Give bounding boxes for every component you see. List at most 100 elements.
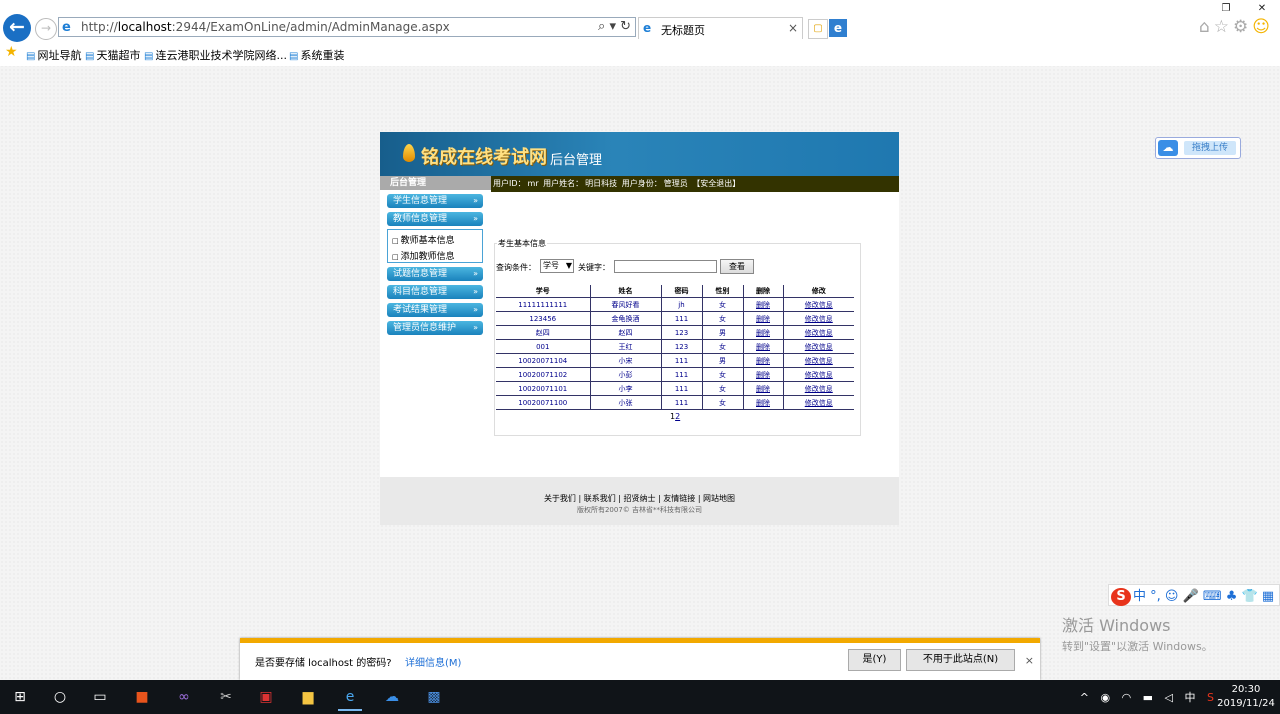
- search-button[interactable]: 查看: [720, 259, 754, 274]
- feedback-smile-icon[interactable]: ☺: [1252, 17, 1274, 37]
- edge-icon[interactable]: e: [829, 19, 847, 37]
- cloud-icon: ☁: [1158, 140, 1178, 156]
- menu-subject-info[interactable]: 科目信息管理»: [387, 285, 483, 299]
- delete-link[interactable]: 删除: [742, 367, 783, 382]
- forward-button[interactable]: →: [35, 18, 57, 40]
- clock[interactable]: 20:30 2019/11/24: [1216, 683, 1276, 711]
- logout-link[interactable]: 【安全退出】: [692, 179, 740, 188]
- delete-link[interactable]: 删除: [742, 381, 783, 396]
- restore-icon[interactable]: ❐: [1208, 3, 1244, 14]
- drag-upload-widget[interactable]: ☁ 拖拽上传: [1155, 137, 1241, 159]
- delete-link[interactable]: 删除: [742, 311, 783, 326]
- taskbar: ⊞ ○ ▭ ■ ∞ ✂ ▣ ▆ e ☁ ▩ ^ ◉ ◠ ▬ ◁ 中 S 20:3…: [0, 680, 1280, 714]
- delete-link[interactable]: 删除: [742, 353, 783, 368]
- ime-toolbar[interactable]: S中 °, ☺ 🎤 ⌨ ♣ 👕 ▦: [1108, 584, 1280, 606]
- address-url[interactable]: http://localhost:2944/ExamOnLine/admin/A…: [81, 20, 450, 34]
- panel-legend: 考生基本信息: [497, 238, 547, 249]
- square-bullet-icon: □: [392, 253, 399, 261]
- edit-link[interactable]: 修改信息: [782, 339, 854, 354]
- edit-link[interactable]: 修改信息: [782, 381, 854, 396]
- table-cell: 小李: [589, 381, 661, 396]
- table-cell: 123456: [496, 311, 590, 326]
- close-tab-icon[interactable]: ×: [788, 21, 798, 35]
- home-icon[interactable]: ⌂: [1199, 17, 1214, 37]
- close-icon[interactable]: ×: [1025, 654, 1034, 667]
- table-row: 001 王红 123 女删除 修改信息: [496, 339, 854, 354]
- browser-tab[interactable]: e 无标题页 ×: [638, 17, 803, 39]
- windows-start-icon[interactable]: ⊞: [8, 685, 32, 709]
- sogou-icon: S: [1111, 588, 1131, 606]
- task-view-icon[interactable]: ▭: [88, 685, 112, 709]
- table-cell: 001: [496, 339, 590, 354]
- favorites-star-icon[interactable]: ★: [5, 44, 18, 60]
- favorite-link[interactable]: ▤ 系统重装: [289, 47, 344, 63]
- edit-link[interactable]: 修改信息: [782, 367, 854, 382]
- delete-link[interactable]: 删除: [742, 325, 783, 340]
- search-icon[interactable]: ○: [48, 685, 72, 709]
- keyword-label: 关键字：: [578, 263, 610, 272]
- column-header: 姓名: [589, 285, 661, 298]
- submenu-teacher-basic[interactable]: □ 教师基本信息: [392, 233, 455, 246]
- app-icon[interactable]: ▣: [254, 685, 278, 709]
- baidu-cloud-icon[interactable]: ☁: [380, 685, 404, 709]
- save-password-question: 是否要存储 localhost 的密码?: [255, 658, 392, 669]
- new-tab-icon[interactable]: ▢: [808, 19, 828, 39]
- edit-link[interactable]: 修改信息: [782, 297, 854, 312]
- edit-link[interactable]: 修改信息: [782, 325, 854, 340]
- menu-teacher-info[interactable]: 教师信息管理»: [387, 212, 483, 226]
- favorites-icon[interactable]: ☆: [1214, 17, 1233, 37]
- delete-link[interactable]: 删除: [742, 395, 783, 410]
- menu-exam-results[interactable]: 考试结果管理»: [387, 303, 483, 317]
- square-bullet-icon: □: [392, 237, 399, 245]
- tools-icon[interactable]: ✂: [214, 685, 238, 709]
- never-for-site-button[interactable]: 不用于此站点(N): [906, 649, 1015, 671]
- ie-taskbar-icon[interactable]: e: [338, 685, 362, 711]
- edit-link[interactable]: 修改信息: [782, 395, 854, 410]
- favorite-link[interactable]: ▤ 网址导航: [26, 47, 81, 63]
- toolbar-icons: ⌂☆⚙☺: [1199, 17, 1274, 37]
- table-cell: 123: [660, 325, 702, 340]
- table-cell: 123: [660, 339, 702, 354]
- vmware-icon[interactable]: ▩: [422, 685, 446, 709]
- table-cell: 赵四: [496, 325, 590, 340]
- visual-studio-icon[interactable]: ∞: [172, 685, 196, 709]
- favorite-link[interactable]: ▤ 连云港职业技术学院网络...: [144, 47, 287, 63]
- file-explorer-icon[interactable]: ▆: [296, 685, 320, 709]
- site-banner: 铭成在线考试网 后台管理: [380, 132, 899, 176]
- table-cell: 小张: [589, 395, 661, 410]
- menu-admin-maintenance[interactable]: 管理员信息维护»: [387, 321, 483, 335]
- submenu-add-teacher[interactable]: □ 添加教师信息: [392, 249, 455, 262]
- keyword-input[interactable]: [614, 260, 717, 273]
- close-window-icon[interactable]: ✕: [1244, 3, 1280, 14]
- save-password-yes-button[interactable]: 是(Y): [848, 649, 901, 671]
- menu-student-info[interactable]: 学生信息管理»: [387, 194, 483, 208]
- table-cell: 10020071104: [496, 353, 590, 368]
- search-refresh-icons[interactable]: ⌕ ▾ ↻: [598, 19, 631, 34]
- footer-links[interactable]: 关于我们 | 联系我们 | 招贤纳士 | 友情链接 | 网站地图: [380, 493, 899, 504]
- table-cell: 10020071101: [496, 381, 590, 396]
- teacher-submenu: □ 教师基本信息 □ 添加教师信息: [387, 229, 483, 263]
- back-button[interactable]: ←: [3, 14, 31, 42]
- tray-language[interactable]: 中: [1185, 691, 1200, 704]
- system-tray[interactable]: ^ ◉ ◠ ▬ ◁ 中 S: [1080, 689, 1218, 705]
- office-icon[interactable]: ■: [130, 685, 154, 709]
- details-link[interactable]: 详细信息(M): [405, 654, 461, 669]
- admin-page: 铭成在线考试网 后台管理 后台管理 用户ID： mr 用户姓名： 明日科技 用户身份…: [380, 132, 899, 525]
- table-cell: 11111111111: [496, 297, 590, 312]
- table-row: 10020071100 小张 111 女删除 修改信息: [496, 395, 854, 410]
- clock-date: 2019/11/24: [1217, 698, 1275, 709]
- delete-link[interactable]: 删除: [742, 339, 783, 354]
- page-link[interactable]: 2: [675, 412, 680, 421]
- edit-link[interactable]: 修改信息: [782, 353, 854, 368]
- table-cell: 男: [701, 325, 743, 340]
- column-header: 修改: [782, 285, 854, 298]
- query-select[interactable]: 学号 ▼: [540, 259, 574, 273]
- delete-link[interactable]: 删除: [742, 297, 783, 312]
- address-bar[interactable]: e http://localhost:2944/ExamOnLine/admin…: [58, 17, 636, 37]
- ime-mode[interactable]: 中: [1133, 589, 1146, 604]
- favorite-link[interactable]: ▤ 天猫超市: [85, 47, 140, 63]
- menu-question-info[interactable]: 试题信息管理»: [387, 267, 483, 281]
- ie-page-icon: e: [62, 20, 71, 35]
- edit-link[interactable]: 修改信息: [782, 311, 854, 326]
- settings-gear-icon[interactable]: ⚙: [1233, 17, 1252, 37]
